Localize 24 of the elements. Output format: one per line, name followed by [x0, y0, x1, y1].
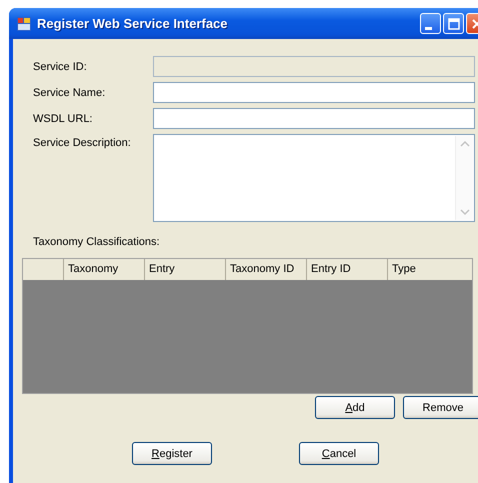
minimize-button[interactable]: [420, 13, 441, 34]
maximize-icon: [448, 18, 460, 30]
column-header[interactable]: Taxonomy: [63, 259, 144, 280]
column-header[interactable]: Type: [387, 259, 468, 280]
minimize-icon: [425, 26, 432, 30]
section-label: Taxonomy Classifications:: [33, 236, 161, 250]
dialog-button[interactable]: Register: [132, 442, 212, 465]
text-field[interactable]: [153, 82, 475, 103]
column-header[interactable]: Entry ID: [306, 259, 387, 280]
window-title: Register Web Service Interface: [37, 16, 229, 31]
grid-button[interactable]: Add: [315, 396, 395, 419]
dialog-button[interactable]: Cancel: [299, 442, 379, 465]
grid-button[interactable]: Remove: [403, 396, 478, 419]
app-icon: [16, 16, 32, 32]
field-label: Service ID:: [33, 60, 88, 72]
field-label: WSDL URL:: [33, 112, 94, 124]
field-label: Service Name:: [33, 86, 106, 98]
text-field[interactable]: [153, 108, 475, 129]
scrollbar[interactable]: [455, 136, 473, 220]
maximize-button[interactable]: [443, 13, 464, 34]
description-field[interactable]: [153, 134, 475, 222]
field-label: Service Description:: [33, 136, 132, 149]
column-header[interactable]: Taxonomy ID: [225, 259, 306, 280]
column-header[interactable]: Entry: [144, 259, 225, 280]
